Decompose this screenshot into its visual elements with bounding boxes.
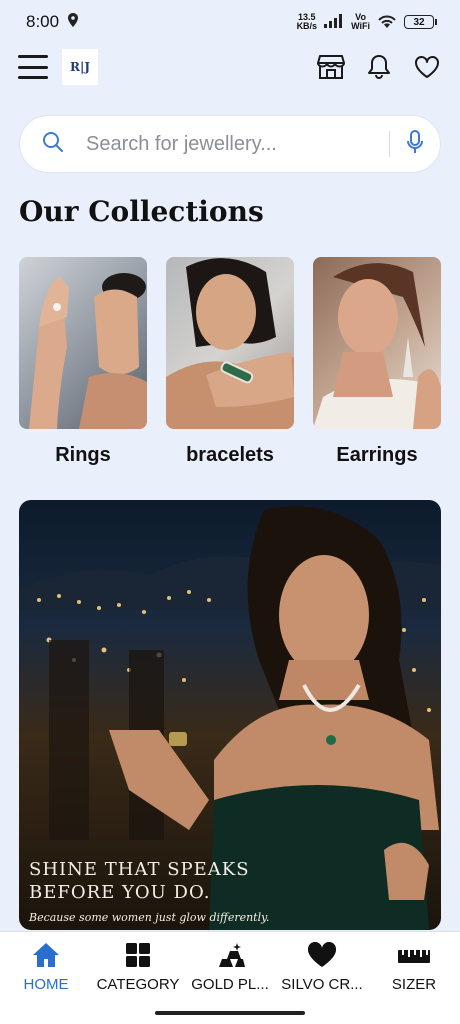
battery-icon: 32: [404, 15, 437, 29]
status-bar: 8:00 13.5 KB/s Vo WiFi 32: [0, 0, 460, 44]
location-pin-icon: [67, 12, 79, 32]
net-speed: 13.5 KB/s: [296, 12, 318, 31]
search-icon[interactable]: [42, 131, 64, 158]
home-icon: [31, 940, 61, 970]
banner-headline: SHINE THAT SPEAKS BEFORE YOU DO.: [29, 859, 250, 903]
wishlist-heart-icon[interactable]: [412, 52, 442, 82]
home-indicator: [0, 1003, 460, 1024]
search-divider: [389, 131, 390, 157]
signal-icon: [324, 14, 344, 30]
promo-banner[interactable]: SHINE THAT SPEAKS BEFORE YOU DO. Because…: [19, 500, 441, 930]
bell-icon[interactable]: [364, 52, 394, 82]
gold-bars-icon: [215, 940, 245, 970]
collection-label: Earrings: [336, 444, 418, 466]
status-time: 8:00: [26, 12, 60, 31]
bracelets-image[interactable]: [166, 257, 294, 429]
collection-card-earrings[interactable]: Earrings: [313, 257, 441, 467]
collection-label: Rings: [55, 444, 111, 466]
collection-label: bracelets: [186, 444, 274, 466]
nav-silvo[interactable]: SILVO CR...: [276, 940, 368, 993]
banner-text: SHINE THAT SPEAKS BEFORE YOU DO. Because…: [29, 858, 269, 924]
search-input[interactable]: [86, 132, 373, 156]
collection-card-rings[interactable]: Rings: [19, 257, 147, 467]
collections-title: Our Collections: [19, 195, 264, 228]
microphone-icon[interactable]: [406, 129, 424, 159]
banner-subtext: Because some women just glow differently…: [29, 911, 270, 924]
nav-gold-plan[interactable]: GOLD PL...: [184, 940, 276, 993]
nav-home[interactable]: HOME: [0, 940, 92, 993]
app-header: R|J: [0, 44, 460, 90]
search-bar[interactable]: [19, 115, 441, 173]
hamburger-menu-icon[interactable]: [18, 55, 48, 79]
collection-card-bracelets[interactable]: bracelets: [166, 257, 294, 467]
store-icon[interactable]: [316, 52, 346, 82]
vowifi-label: Vo WiFi: [351, 12, 370, 31]
heart-icon: [307, 940, 337, 970]
nav-sizer[interactable]: SIZER: [368, 940, 460, 993]
grid-icon: [125, 940, 151, 970]
earrings-image[interactable]: [313, 257, 441, 429]
wifi-icon: [377, 14, 397, 31]
bottom-navigation: HOME CATEGORY GOLD PL... SILVO CR... SIZ…: [0, 931, 460, 1003]
nav-category[interactable]: CATEGORY: [92, 940, 184, 993]
rings-image[interactable]: [19, 257, 147, 429]
ruler-icon: [397, 940, 431, 970]
brand-logo[interactable]: R|J: [62, 49, 98, 85]
